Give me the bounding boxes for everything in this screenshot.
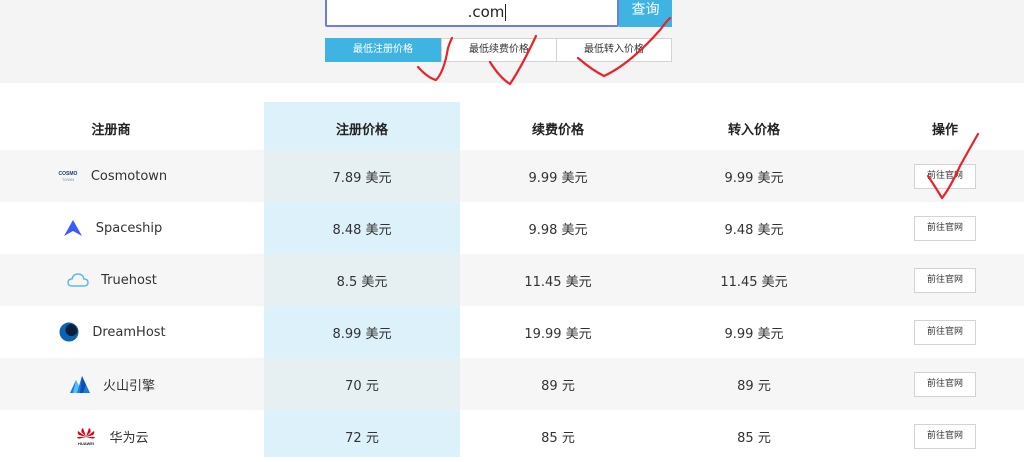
table-row: HUAWEI 华为云 72 元 85 元 85 元 前往官网 (0, 410, 1024, 462)
filter-lowest-renew-button[interactable]: 最低续费价格 (441, 38, 557, 62)
registrar-cell: COSMO TOWN Cosmotown (0, 150, 222, 202)
transfer-price: 9.99 美元 (724, 326, 784, 342)
search-area: .com 查询 最低注册价格 最低续费价格 最低转入价格 (0, 0, 1024, 83)
registrar-cell: DreamHost (0, 306, 222, 358)
svg-text:HUAWEI: HUAWEI (78, 441, 94, 446)
registrar-cell: 火山引擎 (0, 358, 222, 410)
register-price: 72 元 (345, 430, 379, 446)
register-price: 8.5 美元 (336, 274, 388, 290)
filter-lowest-register-button[interactable]: 最低注册价格 (325, 38, 441, 62)
register-price: 8.99 美元 (332, 326, 392, 342)
registrar-name: DreamHost (92, 324, 166, 340)
renew-price: 9.99 美元 (528, 170, 588, 186)
visit-site-button[interactable]: 前往官网 (914, 163, 976, 189)
visit-site-button[interactable]: 前往官网 (914, 267, 976, 293)
action-cell: 前往官网 (852, 254, 1024, 306)
registrar-name: 火山引擎 (102, 378, 155, 394)
volcengine-mountain-icon (67, 373, 93, 395)
registrar-cell: HUAWEI 华为云 (0, 410, 222, 462)
table-row: DreamHost 8.99 美元 19.99 美元 9.99 美元 前往官网 (0, 306, 1024, 358)
visit-site-button[interactable]: 前往官网 (914, 215, 976, 241)
registrar-name: Cosmotown (90, 168, 168, 184)
header-transfer-price[interactable]: 转入价格 (656, 102, 852, 154)
transfer-price: 85 元 (737, 430, 771, 446)
table-row: 火山引擎 70 元 89 元 89 元 前往官网 (0, 358, 1024, 410)
register-price: 7.89 美元 (332, 170, 392, 186)
header-renew-price[interactable]: 续费价格 (460, 102, 656, 154)
huawei-logo-icon: HUAWEI (73, 425, 99, 447)
visit-site-button[interactable]: 前往官网 (914, 423, 976, 449)
search-input-value: .com (467, 3, 505, 21)
registrar-cell: Spaceship (0, 202, 222, 254)
renew-price: 19.99 美元 (524, 326, 592, 342)
visit-site-button[interactable]: 前往官网 (914, 319, 976, 345)
action-cell: 前往官网 (852, 358, 1024, 410)
transfer-price: 11.45 美元 (720, 274, 788, 290)
table-row: Truehost 8.5 美元 11.45 美元 11.45 美元 前往官网 (0, 254, 1024, 306)
registrar-name: 华为云 (109, 430, 149, 446)
text-caret (505, 4, 507, 21)
registrar-name: Spaceship (95, 220, 163, 236)
search-button[interactable]: 查询 (619, 0, 672, 27)
header-register-price[interactable]: 注册价格 (264, 102, 460, 154)
search-input[interactable]: .com (325, 0, 619, 27)
spaceship-logo-icon (60, 217, 86, 239)
filter-lowest-transfer-button[interactable]: 最低转入价格 (556, 38, 672, 62)
action-cell: 前往官网 (852, 410, 1024, 462)
header-action: 操作 (931, 122, 958, 138)
table-row: Spaceship 8.48 美元 9.98 美元 9.48 美元 前往官网 (0, 202, 1024, 254)
transfer-price: 89 元 (737, 378, 771, 394)
renew-price: 89 元 (541, 378, 575, 394)
renew-price: 11.45 美元 (524, 274, 592, 290)
dreamhost-moon-icon (56, 321, 82, 343)
register-price: 8.48 美元 (332, 222, 392, 238)
renew-price: 9.98 美元 (528, 222, 588, 238)
action-cell: 前往官网 (852, 202, 1024, 254)
action-cell: 前往官网 (852, 306, 1024, 358)
truehost-cloud-icon (65, 269, 91, 291)
action-cell: 前往官网 (852, 150, 1024, 202)
table-header-row: 注册商 注册价格 续费价格 转入价格 操作 (0, 102, 1024, 154)
header-registrar: 注册商 (91, 122, 131, 138)
register-price: 70 元 (345, 378, 379, 394)
registrar-cell: Truehost (0, 254, 222, 306)
visit-site-button[interactable]: 前往官网 (914, 371, 976, 397)
registrar-name: Truehost (101, 272, 157, 288)
cosmotown-logo-icon: COSMO TOWN (55, 165, 81, 187)
svg-text:TOWN: TOWN (62, 177, 74, 182)
transfer-price: 9.99 美元 (724, 170, 784, 186)
renew-price: 85 元 (541, 430, 575, 446)
transfer-price: 9.48 美元 (724, 222, 784, 238)
table-row: COSMO TOWN Cosmotown 7.89 美元 9.99 美元 9.99… (0, 150, 1024, 202)
